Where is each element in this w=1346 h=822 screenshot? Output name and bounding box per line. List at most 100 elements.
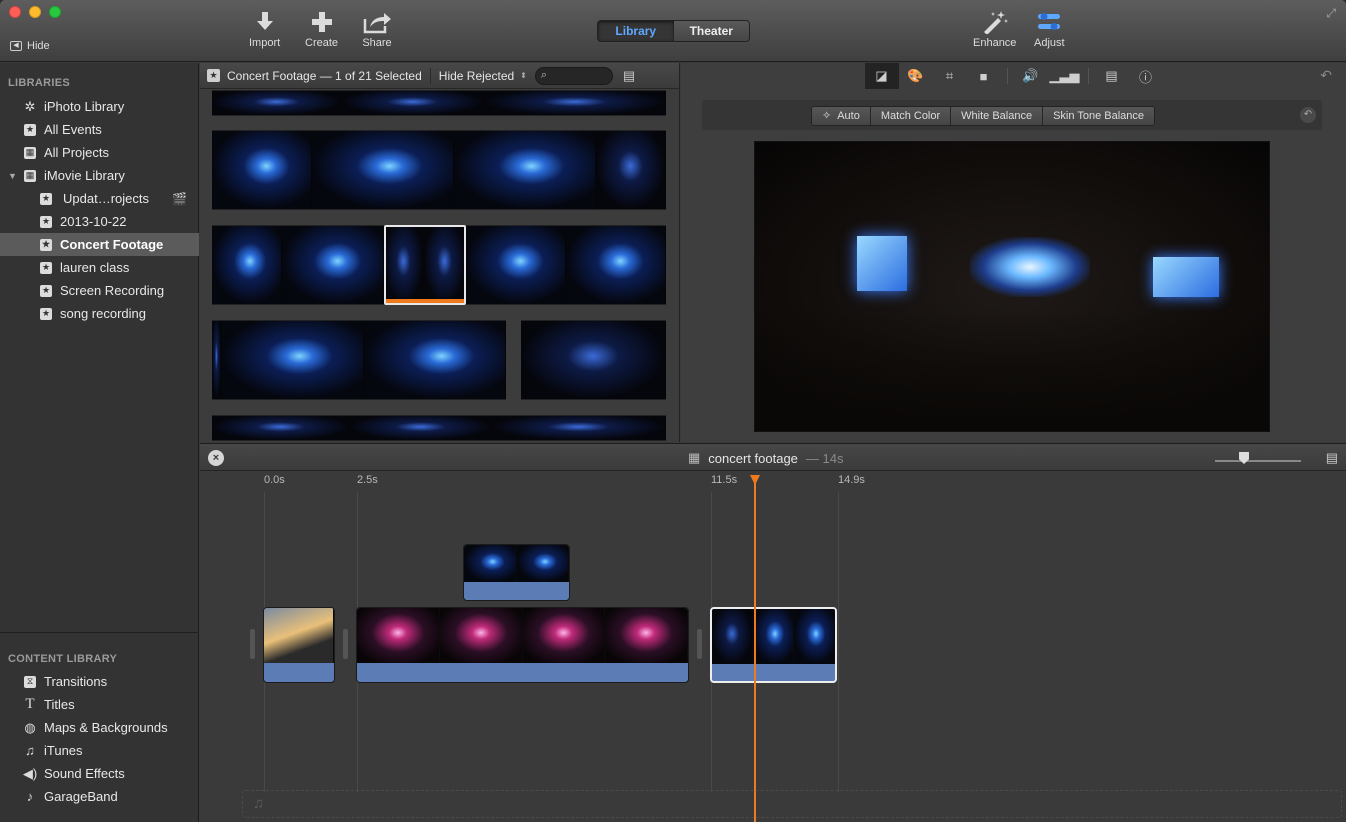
concert-clip-pink[interactable]: [356, 607, 689, 683]
sidebar-item-updated-projects[interactable]: ★ Updat…rojects 🎬: [0, 187, 199, 210]
timeline-settings-icon[interactable]: ▤: [1326, 450, 1338, 466]
browser-header: ★ Concert Footage — 1 of 21 Selected Hid…: [200, 63, 679, 89]
color-correction-icon[interactable]: 🎨: [899, 63, 933, 89]
hide-label: Hide: [27, 40, 50, 52]
cutaway-clip[interactable]: [463, 544, 570, 601]
filmstrip-clip[interactable]: [212, 130, 666, 210]
titles-icon: T: [25, 696, 35, 712]
content-item-titles[interactable]: T Titles: [0, 693, 199, 716]
timecode-label: 11.5s: [711, 474, 738, 486]
viewer: ◪ 🎨 ⌗ ■ 🔊 ▁▃▅ ▤ ⓘ ↶ ✧ Auto Match Color Wh…: [681, 63, 1346, 442]
clip-handle[interactable]: [250, 629, 255, 659]
timecode-label: 14.9s: [838, 474, 865, 486]
timeline[interactable]: 0.0s 2.5s 11.5s 14.9s: [200, 472, 1346, 822]
crop-icon[interactable]: ⌗: [933, 63, 967, 89]
sidebar-item-lauren-class[interactable]: ★ lauren class: [0, 256, 199, 279]
concert-clip-selected[interactable]: [710, 607, 837, 683]
sidebar-divider: [0, 632, 199, 633]
volume-icon[interactable]: 🔊: [1014, 63, 1048, 89]
preview-stage-lights: [970, 237, 1090, 297]
info-icon[interactable]: ⓘ: [1129, 63, 1163, 89]
filmstrip-clip[interactable]: [212, 320, 506, 400]
sidebar-item-iphoto-library[interactable]: ✲ iPhoto Library: [0, 95, 199, 118]
skin-tone-balance-button[interactable]: Skin Tone Balance: [1043, 107, 1155, 125]
search-field[interactable]: ⌕: [534, 66, 613, 85]
plus-icon: [311, 12, 332, 32]
grid-icon: ▦: [24, 169, 36, 182]
clip-handle[interactable]: [343, 629, 348, 659]
share-button[interactable]: Share: [362, 10, 392, 49]
filmstrip-clip[interactable]: [521, 320, 666, 400]
zoom-slider-knob[interactable]: [1239, 452, 1249, 464]
clip-filter-icon[interactable]: ▤: [1095, 63, 1129, 89]
zoom-slider-track[interactable]: [1215, 460, 1301, 462]
hide-libraries-button[interactable]: ◀ Hide: [10, 40, 50, 52]
star-icon: ★: [207, 69, 220, 82]
music-note-icon: ♫: [253, 795, 265, 812]
globe-icon: ◍: [24, 719, 36, 735]
create-button[interactable]: Create: [305, 10, 338, 49]
equalizer-icon[interactable]: ▁▃▅: [1048, 63, 1082, 89]
import-button[interactable]: Import: [249, 10, 280, 49]
content-item-sound-effects[interactable]: ◀) Sound Effects: [0, 762, 199, 785]
grid-icon: ▦: [24, 146, 36, 159]
selected-range[interactable]: [384, 225, 466, 305]
sidebar-item-song-recording[interactable]: ★ song recording: [0, 302, 199, 325]
auto-button[interactable]: ✧ Auto: [812, 107, 871, 125]
white-balance-button[interactable]: White Balance: [951, 107, 1044, 125]
playhead[interactable]: [754, 475, 756, 822]
content-item-label: Sound Effects: [44, 766, 125, 781]
divider: [1006, 68, 1008, 84]
content-item-label: GarageBand: [44, 789, 118, 804]
star-icon: ★: [40, 215, 52, 228]
share-icon: [363, 13, 391, 34]
content-library-header: CONTENT LIBRARY: [8, 653, 118, 665]
sunset-clip[interactable]: [263, 607, 335, 683]
filmstrip-partial-bottom[interactable]: [212, 415, 666, 441]
sidebar-item-screen-recording[interactable]: ★ Screen Recording: [0, 279, 199, 302]
background-music-well[interactable]: ♫: [242, 790, 1342, 818]
enhance-button[interactable]: Enhance: [973, 10, 1016, 49]
color-balance-bar: ✧ Auto Match Color White Balance Skin Ton…: [702, 100, 1322, 130]
time-gridline: [838, 492, 839, 792]
close-project-button[interactable]: ×: [208, 450, 224, 466]
sidebar-item-concert-footage[interactable]: ★ Concert Footage: [0, 233, 199, 256]
import-arrow-icon: [256, 12, 273, 30]
sidebar-item-label: All Events: [44, 122, 102, 137]
sidebar-item-label: Updat…rojects: [63, 191, 149, 206]
zoom-window-button[interactable]: [49, 6, 61, 18]
filmstrip-partial-top[interactable]: [212, 90, 666, 116]
sidebar-item-all-events[interactable]: ★ All Events: [0, 118, 199, 141]
video-preview[interactable]: [754, 141, 1270, 432]
content-item-maps-backgrounds[interactable]: ◍ Maps & Backgrounds: [0, 716, 199, 739]
favorite-marker: [386, 299, 464, 303]
close-window-button[interactable]: [9, 6, 21, 18]
color-balance-icon[interactable]: ◪: [864, 63, 899, 89]
match-color-button[interactable]: Match Color: [870, 107, 952, 125]
content-item-garageband[interactable]: ♪ GarageBand: [0, 785, 199, 808]
adjust-button[interactable]: Adjust: [1034, 10, 1065, 49]
content-item-transitions[interactable]: ⧖ Transitions: [0, 670, 199, 693]
reset-adjustment-icon[interactable]: ↶: [1300, 107, 1316, 123]
tab-library[interactable]: Library: [598, 21, 674, 41]
hide-rejected-popup[interactable]: Hide Rejected ⬍: [439, 69, 527, 83]
disclosure-triangle-icon[interactable]: ▼: [8, 171, 17, 181]
stabilization-icon[interactable]: ■: [967, 63, 1001, 89]
adjust-sliders-icon: [1038, 13, 1061, 30]
share-label: Share: [362, 37, 392, 49]
divider: [429, 67, 431, 84]
sidebar-item-imovie-library[interactable]: ▼ ▦ iMovie Library: [0, 164, 199, 187]
sidebar-item-2013-10-22[interactable]: ★ 2013-10-22: [0, 210, 199, 233]
minimize-window-button[interactable]: [29, 6, 41, 18]
tab-theater[interactable]: Theater: [673, 21, 749, 41]
reset-icon[interactable]: ↶: [1320, 67, 1332, 84]
filmstrip-settings-icon[interactable]: ▤: [623, 68, 635, 84]
magic-wand-icon: [983, 11, 1008, 34]
clip-handle[interactable]: [697, 629, 702, 659]
fullscreen-icon[interactable]: ⤢: [1326, 6, 1336, 21]
speaker-icon: ◀): [22, 765, 38, 781]
sidebar-item-all-projects[interactable]: ▦ All Projects: [0, 141, 199, 164]
updown-chevron-icon: ⬍: [520, 71, 527, 80]
content-item-itunes[interactable]: ♫ iTunes: [0, 739, 199, 762]
adjustment-tools: ◪ 🎨 ⌗ ■ 🔊 ▁▃▅ ▤ ⓘ: [681, 63, 1346, 89]
